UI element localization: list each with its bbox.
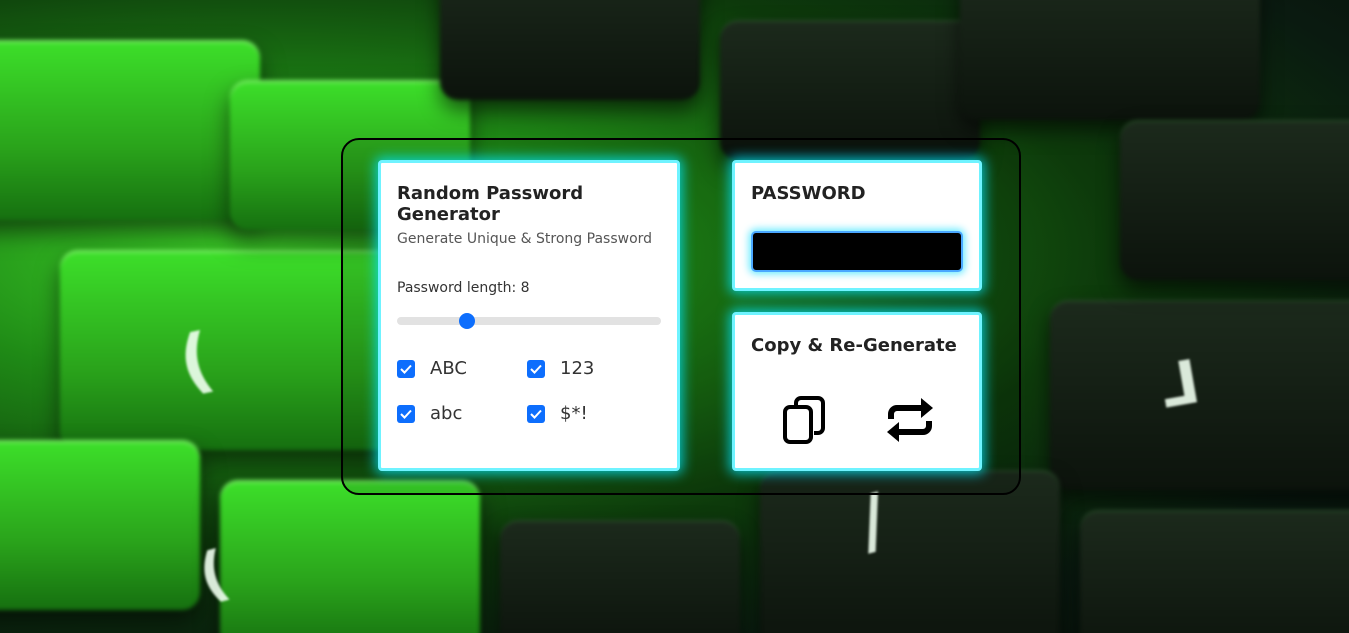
length-value: 8 [520, 280, 530, 296]
length-slider-thumb[interactable] [459, 313, 475, 329]
check-icon [400, 364, 412, 374]
repeat-icon [887, 398, 933, 442]
lowercase-checkbox[interactable] [397, 404, 415, 423]
option-lowercase[interactable]: abc [397, 403, 462, 424]
regenerate-button[interactable] [883, 393, 937, 447]
numbers-checkbox[interactable] [527, 359, 545, 378]
option-numbers[interactable]: 123 [527, 358, 594, 379]
actions-title: Copy & Re-Generate [751, 335, 957, 356]
option-symbols[interactable]: $*! [527, 403, 588, 424]
option-uppercase[interactable]: ABC [397, 358, 467, 379]
check-icon [530, 364, 542, 374]
generator-title: Random Password Generator [397, 183, 584, 225]
actions-card: Copy & Re-Generate [732, 312, 982, 471]
copy-icon [783, 396, 825, 444]
symbols-checkbox[interactable] [527, 404, 545, 423]
uppercase-label: ABC [430, 358, 467, 379]
length-label: Password length: 8 [397, 280, 530, 296]
length-label-text: Password length: [397, 280, 521, 296]
password-card: PASSWORD [732, 160, 982, 291]
copy-button[interactable] [777, 393, 831, 447]
generator-subtitle: Generate Unique & Strong Password [397, 231, 653, 247]
symbols-label: $*! [560, 403, 588, 424]
password-output[interactable] [751, 231, 963, 272]
generator-card: Random Password Generator Generate Uniqu… [378, 160, 680, 471]
password-title: PASSWORD [751, 183, 866, 204]
check-icon [530, 409, 542, 419]
lowercase-label: abc [430, 403, 463, 424]
uppercase-checkbox[interactable] [397, 359, 415, 378]
length-slider[interactable] [397, 313, 661, 329]
check-icon [400, 409, 412, 419]
numbers-label: 123 [560, 358, 595, 379]
